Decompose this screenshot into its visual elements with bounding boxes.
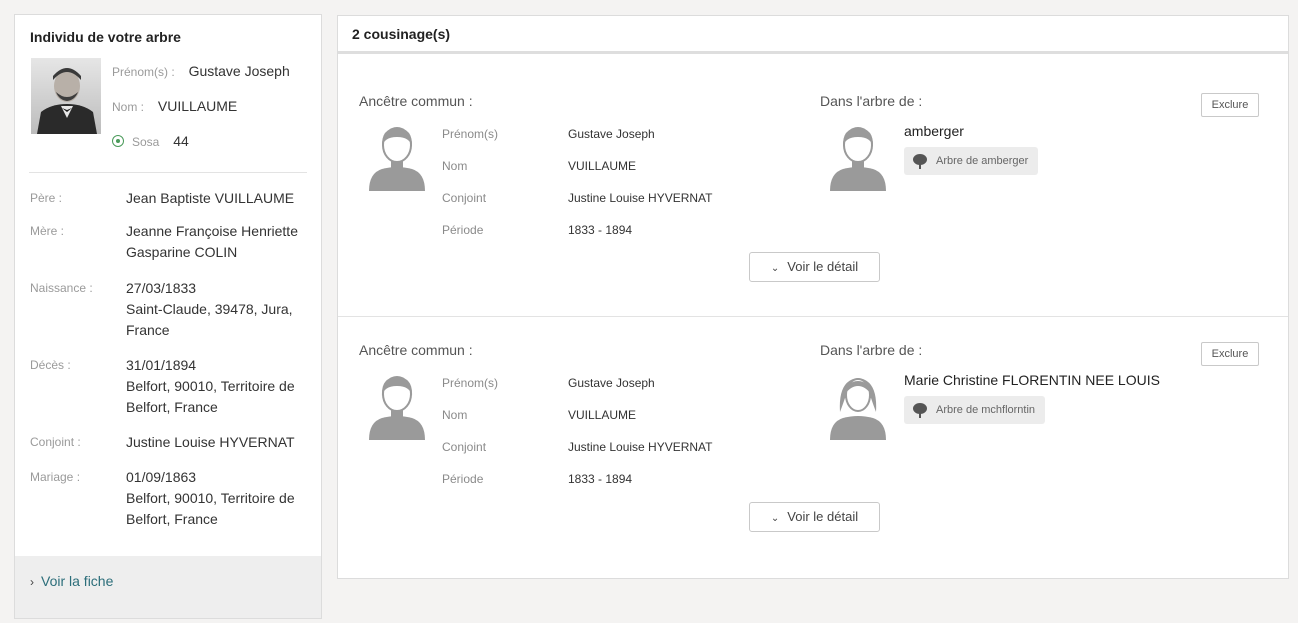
exclude-button[interactable]: Exclure bbox=[1201, 93, 1259, 117]
mother-value: Jeanne Françoise Henriette Gasparine COL… bbox=[126, 223, 298, 260]
view-detail-label: Voir le détail bbox=[787, 259, 859, 274]
ancestor-prenom-label: Prénom(s) bbox=[442, 127, 499, 141]
marriage-value: 01/09/1863 Belfort, 90010, Territoire de… bbox=[126, 467, 316, 530]
female-avatar-icon bbox=[830, 378, 886, 440]
ancestor-periode-value: 1833 - 1894 bbox=[568, 472, 633, 486]
death-label: Décès : bbox=[30, 358, 71, 372]
ancestor-prenom-label: Prénom(s) bbox=[442, 376, 499, 390]
birth-place: Saint-Claude, 39478, Jura, France bbox=[126, 301, 293, 338]
death-date: 31/01/1894 bbox=[126, 357, 197, 373]
common-ancestor-heading: Ancêtre commun : bbox=[359, 93, 473, 109]
tree-icon bbox=[913, 403, 927, 418]
ancestor-periode-label: Période bbox=[442, 472, 484, 486]
ancestor-nom-label: Nom bbox=[442, 408, 468, 422]
nom-label: Nom : bbox=[112, 100, 145, 114]
exclude-button[interactable]: Exclure bbox=[1201, 342, 1259, 366]
nom-row: Nom : VUILLAUME bbox=[112, 98, 237, 114]
birth-label: Naissance : bbox=[30, 281, 93, 295]
sosa-radio-icon bbox=[112, 135, 124, 147]
ancestor-prenom-value: Gustave Joseph bbox=[568, 376, 655, 390]
portrait-photo bbox=[31, 58, 101, 134]
cousinages-count: 2 cousinage(s) bbox=[352, 26, 451, 42]
ancestor-prenom-value: Gustave Joseph bbox=[568, 127, 655, 141]
birth-value: 27/03/1833 Saint-Claude, 39478, Jura, Fr… bbox=[126, 278, 316, 341]
male-avatar-icon bbox=[369, 376, 425, 440]
ancestor-conjoint-label: Conjoint bbox=[442, 191, 487, 205]
ancestor-conjoint-value: Justine Louise HYVERNAT bbox=[568, 191, 713, 205]
marriage-place: Belfort, 90010, Territoire de Belfort, F… bbox=[126, 490, 295, 527]
tree-icon bbox=[913, 154, 927, 169]
panel-title: Individu de votre arbre bbox=[30, 29, 181, 45]
death-value: 31/01/1894 Belfort, 90010, Territoire de… bbox=[126, 355, 316, 418]
cousinages-header: 2 cousinage(s) bbox=[338, 16, 1288, 54]
father-value: Jean Baptiste VUILLAUME bbox=[126, 190, 295, 206]
prenom-row: Prénom(s) : Gustave Joseph bbox=[112, 63, 290, 79]
tree-owner-name: Marie Christine FLORENTIN NEE LOUIS bbox=[904, 372, 1160, 388]
cousinage-card: Ancêtre commun : Dans l'arbre de : Exclu… bbox=[338, 93, 1288, 343]
prenom-value: Gustave Joseph bbox=[188, 63, 290, 79]
view-detail-button[interactable]: ⌄ Voir le détail bbox=[749, 502, 880, 532]
ancestor-periode-label: Période bbox=[442, 223, 484, 237]
spouse-value: Justine Louise HYVERNAT bbox=[126, 434, 295, 450]
view-detail-label: Voir le détail bbox=[787, 509, 859, 524]
common-ancestor-heading: Ancêtre commun : bbox=[359, 342, 473, 358]
ancestor-nom-label: Nom bbox=[442, 159, 468, 173]
tree-heading: Dans l'arbre de : bbox=[820, 93, 923, 109]
tree-badge-label: Arbre de mchflorntin bbox=[936, 404, 1036, 416]
father-label: Père : bbox=[30, 191, 63, 205]
sosa-value: 44 bbox=[173, 133, 189, 149]
divider bbox=[29, 172, 307, 173]
ancestor-periode-value: 1833 - 1894 bbox=[568, 223, 633, 237]
view-record-link[interactable]: › Voir la fiche bbox=[30, 573, 113, 589]
spouse-label: Conjoint : bbox=[30, 435, 81, 449]
chevron-down-icon: ⌄ bbox=[770, 513, 780, 524]
male-avatar-icon bbox=[830, 127, 886, 191]
mother-label: Mère : bbox=[30, 224, 65, 238]
marriage-date: 01/09/1863 bbox=[126, 469, 197, 485]
view-record-label: Voir la fiche bbox=[41, 573, 114, 589]
tree-owner-name: amberger bbox=[904, 123, 964, 139]
tree-badge[interactable]: Arbre de mchflorntin bbox=[904, 396, 1046, 424]
death-place: Belfort, 90010, Territoire de Belfort, F… bbox=[126, 378, 295, 415]
panel-footer: › Voir la fiche bbox=[15, 556, 321, 618]
cousinages-panel: 2 cousinage(s) Ancêtre commun : Dans l'a… bbox=[337, 15, 1289, 579]
view-detail-button[interactable]: ⌄ Voir le détail bbox=[749, 252, 880, 282]
chevron-right-icon: › bbox=[30, 575, 34, 589]
nom-value: VUILLAUME bbox=[157, 98, 238, 114]
ancestor-conjoint-label: Conjoint bbox=[442, 440, 487, 454]
male-avatar-icon bbox=[369, 127, 425, 191]
ancestor-conjoint-value: Justine Louise HYVERNAT bbox=[568, 440, 713, 454]
prenom-label: Prénom(s) : bbox=[112, 65, 175, 79]
tree-heading: Dans l'arbre de : bbox=[820, 342, 923, 358]
cousinage-card: Ancêtre commun : Dans l'arbre de : Exclu… bbox=[338, 342, 1288, 592]
sosa-label: Sosa bbox=[132, 135, 160, 149]
marriage-label: Mariage : bbox=[30, 470, 81, 484]
ancestor-nom-value: VUILLAUME bbox=[568, 159, 637, 173]
chevron-down-icon: ⌄ bbox=[770, 263, 780, 274]
sosa-row: Sosa 44 bbox=[132, 133, 189, 149]
tree-badge-label: Arbre de amberger bbox=[936, 155, 1029, 167]
tree-badge[interactable]: Arbre de amberger bbox=[904, 147, 1039, 175]
birth-date: 27/03/1833 bbox=[126, 280, 197, 296]
ancestor-nom-value: VUILLAUME bbox=[568, 408, 637, 422]
individual-panel: Individu de votre arbre Prénom(s) : Gust… bbox=[14, 14, 322, 619]
card-divider bbox=[338, 316, 1288, 317]
